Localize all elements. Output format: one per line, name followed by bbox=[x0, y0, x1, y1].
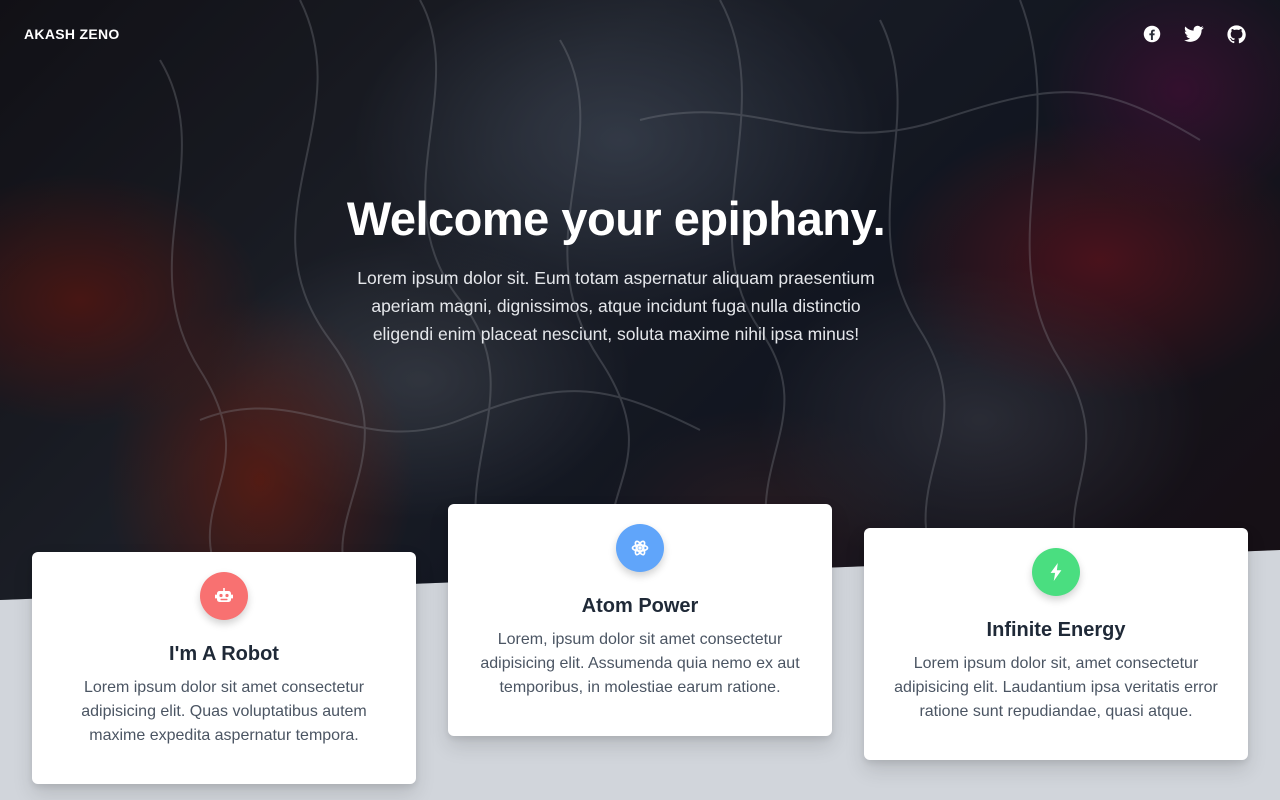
feature-description: Lorem, ipsum dolor sit amet consectetur … bbox=[480, 631, 800, 696]
robot-icon bbox=[215, 588, 233, 602]
feature-title: Atom Power bbox=[581, 595, 699, 617]
github-icon bbox=[1226, 24, 1246, 43]
feature-card-atom: Atom Power Lorem, ipsum dolor sit amet c… bbox=[448, 504, 832, 736]
atom-icon-badge bbox=[616, 524, 664, 572]
hero-subtitle: Lorem ipsum dolor sit. Eum totam asperna… bbox=[357, 268, 875, 344]
robot-icon-badge bbox=[200, 572, 248, 620]
github-link[interactable] bbox=[1224, 22, 1248, 46]
feature-description: Lorem ipsum dolor sit amet consectetur a… bbox=[81, 679, 367, 744]
top-nav: AKASH ZENO bbox=[0, 0, 1280, 68]
lightning-icon bbox=[1050, 563, 1062, 581]
feature-card-robot: I'm A Robot Lorem ipsum dolor sit amet c… bbox=[32, 552, 416, 784]
hero-content: Welcome your epiphany. Lorem ipsum dolor… bbox=[340, 190, 892, 348]
twitter-link[interactable] bbox=[1182, 22, 1206, 46]
hero-title: Welcome your epiphany. bbox=[346, 192, 886, 245]
facebook-icon bbox=[1143, 25, 1161, 43]
facebook-link[interactable] bbox=[1140, 22, 1164, 46]
lightning-icon-badge bbox=[1032, 548, 1080, 596]
feature-card-energy: Infinite Energy Lorem ipsum dolor sit, a… bbox=[864, 528, 1248, 760]
twitter-icon bbox=[1184, 25, 1204, 42]
feature-title: I'm A Robot bbox=[169, 643, 279, 665]
brand-logo[interactable]: AKASH ZENO bbox=[24, 26, 120, 42]
feature-description: Lorem ipsum dolor sit, amet consectetur … bbox=[894, 655, 1218, 720]
atom-icon bbox=[631, 540, 649, 556]
feature-title: Infinite Energy bbox=[986, 619, 1126, 641]
